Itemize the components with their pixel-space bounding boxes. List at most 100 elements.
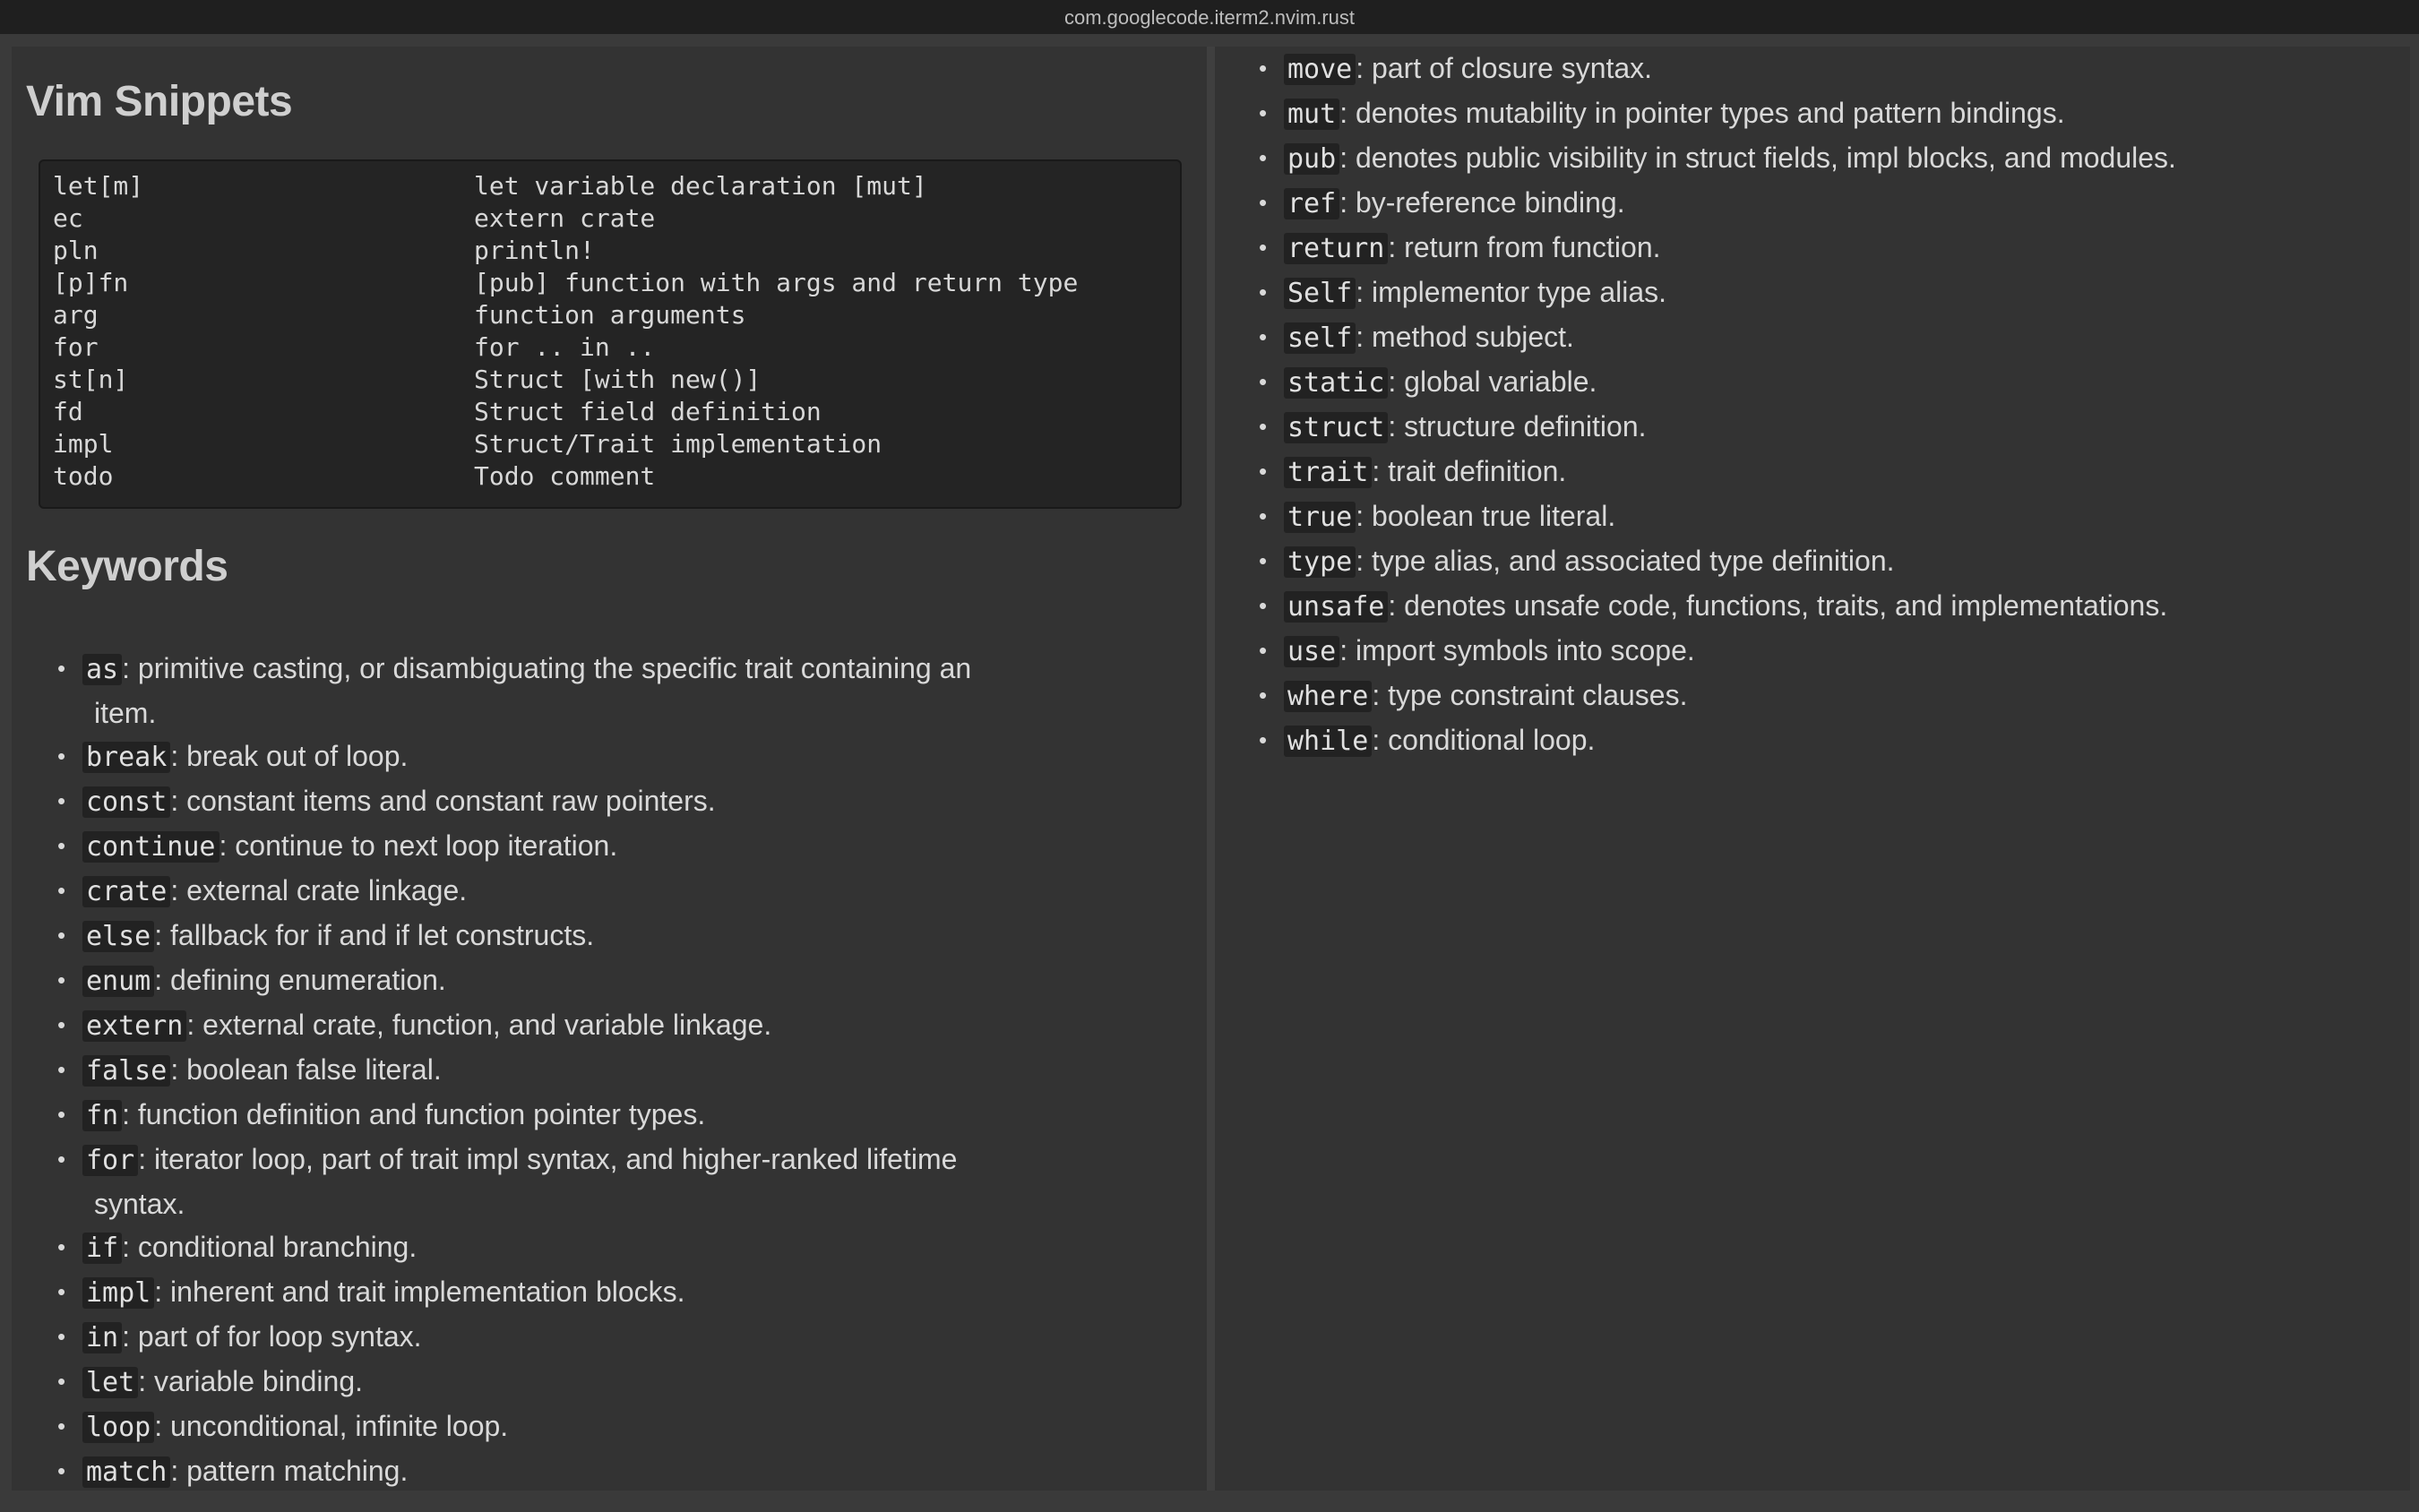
- bullet-icon: •: [57, 1368, 66, 1395]
- keyword-code: move: [1284, 54, 1356, 85]
- snippet-row: arg function arguments: [53, 299, 1180, 331]
- keyword-code: else: [82, 921, 155, 952]
- keyword-code: unsafe: [1284, 591, 1389, 623]
- bullet-icon: •: [57, 1278, 66, 1305]
- keyword-code: false: [82, 1055, 171, 1087]
- snippet-row: todo Todo comment: [53, 460, 1180, 493]
- keyword-description: : break out of loop.: [170, 740, 409, 772]
- keyword-code: enum: [82, 966, 155, 997]
- keyword-code: true: [1284, 502, 1356, 533]
- keyword-code: self: [1284, 322, 1356, 354]
- keyword-code: const: [82, 786, 171, 818]
- keyword-code: while: [1284, 726, 1373, 757]
- bullet-icon: •: [1259, 189, 1268, 216]
- bullet-icon: •: [1259, 323, 1268, 350]
- pane-divider[interactable]: [1207, 47, 1215, 1491]
- keyword-item: • const: constant items and constant raw …: [12, 779, 1203, 824]
- snippet-row: [p]fn [pub] function with args and return…: [53, 267, 1180, 299]
- keyword-item: • mut: denotes mutability in pointer type…: [1215, 91, 2405, 136]
- keyword-description: : external crate linkage.: [170, 874, 468, 906]
- keyword-item: • static: global variable.: [1215, 360, 2405, 405]
- snippets-code-block: let[m] let variable declaration [mut] ec ex…: [39, 159, 1182, 509]
- bullet-icon: •: [1259, 55, 1268, 82]
- keyword-description: : denotes public visibility in struct fi…: [1339, 142, 2176, 174]
- keyword-item: • trait: trait definition.: [1215, 450, 2405, 494]
- bullet-icon: •: [1259, 592, 1268, 619]
- keywords-list-left: • as: primitive casting, or disambiguatin…: [12, 647, 1203, 1491]
- snippet-description: Struct field definition: [474, 397, 822, 426]
- snippet-row: st[n] Struct [with new()]: [53, 364, 1180, 396]
- bullet-icon: •: [57, 1413, 66, 1439]
- snippet-description: for .. in ..: [474, 332, 656, 362]
- keyword-item: • in: part of for loop syntax.: [12, 1315, 1203, 1360]
- keyword-item: • struct: structure definition.: [1215, 405, 2405, 450]
- keyword-description: : method subject.: [1356, 321, 1574, 353]
- keyword-item: • self: method subject.: [1215, 315, 2405, 360]
- snippets-heading: Vim Snippets: [26, 78, 293, 125]
- keyword-code: where: [1284, 681, 1373, 712]
- snippet-trigger: impl: [53, 429, 114, 459]
- keyword-description: : function definition and function point…: [122, 1098, 706, 1130]
- keyword-description: : defining enumeration.: [154, 964, 446, 996]
- keyword-description: syntax.: [94, 1188, 185, 1220]
- bullet-icon: •: [1259, 368, 1268, 395]
- keyword-item: • match: pattern matching.: [12, 1449, 1203, 1491]
- right-pane[interactable]: • move: part of closure syntax. • mut: deno…: [1215, 47, 2410, 1491]
- keyword-item: • where: type constraint clauses.: [1215, 674, 2405, 718]
- keyword-code: continue: [82, 831, 220, 863]
- keyword-description: : denotes mutability in pointer types an…: [1339, 97, 2065, 129]
- keyword-item: • true: boolean true literal.: [1215, 494, 2405, 539]
- keyword-description: : constant items and constant raw pointe…: [170, 785, 716, 817]
- bullet-icon: •: [1259, 503, 1268, 529]
- keyword-description: : fallback for if and if let constructs.: [154, 919, 595, 951]
- snippet-description: [pub] function with args and return type: [474, 268, 1079, 297]
- bullet-icon: •: [1259, 234, 1268, 261]
- snippet-description: Struct/Trait implementation: [474, 429, 882, 459]
- bullet-icon: •: [1259, 144, 1268, 171]
- keyword-item: • fn: function definition and function po…: [12, 1093, 1203, 1138]
- bullet-icon: •: [57, 1056, 66, 1083]
- left-pane[interactable]: Vim Snippets let[m] let variable declarat…: [12, 47, 1207, 1491]
- terminal-window: com.googlecode.iterm2.nvim.rust Vim Snip…: [0, 0, 2419, 1512]
- keyword-description: : import symbols into scope.: [1339, 634, 1695, 666]
- snippet-row: let[m] let variable declaration [mut]: [53, 170, 1180, 202]
- snippet-trigger: todo: [53, 461, 114, 491]
- keyword-item: • type: type alias, and associated type d…: [1215, 539, 2405, 584]
- keyword-item: item.: [12, 692, 1203, 735]
- bullet-icon: •: [57, 1233, 66, 1260]
- keyword-item: • continue: continue to next loop iterati…: [12, 824, 1203, 869]
- keyword-item: • unsafe: denotes unsafe code, functions,…: [1215, 584, 2405, 629]
- snippet-description: extern crate: [474, 203, 656, 233]
- keyword-description: : unconditional, infinite loop.: [154, 1410, 509, 1442]
- snippet-description: Todo comment: [474, 461, 656, 491]
- snippet-trigger: st[n]: [53, 365, 129, 394]
- keyword-item: syntax.: [12, 1182, 1203, 1225]
- bullet-icon: •: [57, 743, 66, 769]
- snippet-row: ec extern crate: [53, 202, 1180, 235]
- keyword-description: : conditional loop.: [1372, 724, 1596, 756]
- keyword-description: : implementor type alias.: [1356, 276, 1667, 308]
- snippet-trigger: [p]fn: [53, 268, 129, 297]
- keyword-item: • use: import symbols into scope.: [1215, 629, 2405, 674]
- keyword-code: use: [1284, 636, 1340, 667]
- keyword-item: • extern: external crate, function, and v…: [12, 1003, 1203, 1048]
- keyword-description: : structure definition.: [1388, 410, 1647, 442]
- keyword-description: : continue to next loop iteration.: [219, 829, 618, 862]
- keyword-item: • move: part of closure syntax.: [1215, 47, 2405, 91]
- snippet-description: println!: [474, 236, 595, 265]
- keyword-code: trait: [1284, 457, 1373, 488]
- keyword-code: for: [82, 1145, 139, 1176]
- keyword-item: • break: break out of loop.: [12, 735, 1203, 779]
- keyword-description: : trait definition.: [1372, 455, 1567, 487]
- keyword-description: : iterator loop, part of trait impl synt…: [138, 1143, 958, 1175]
- snippet-description: Struct [with new()]: [474, 365, 762, 394]
- bullet-icon: •: [57, 1457, 66, 1484]
- snippet-row: for for .. in ..: [53, 331, 1180, 364]
- keyword-code: in: [82, 1322, 123, 1353]
- snippet-description: function arguments: [474, 300, 746, 330]
- keyword-code: let: [82, 1367, 139, 1398]
- keyword-description: : by-reference binding.: [1339, 186, 1625, 219]
- bullet-icon: •: [1259, 279, 1268, 305]
- snippet-trigger: ec: [53, 203, 83, 233]
- keyword-description: : part of for loop syntax.: [122, 1320, 422, 1353]
